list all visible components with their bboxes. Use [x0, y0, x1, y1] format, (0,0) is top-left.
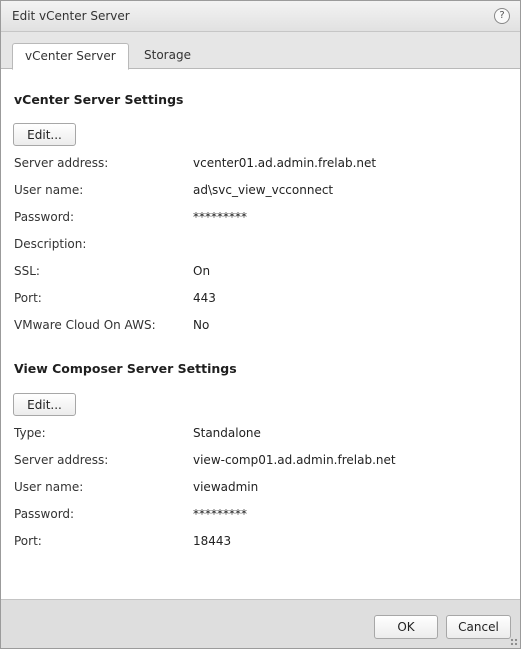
- field-label: Server address:: [14, 156, 109, 170]
- field-label: Port:: [14, 291, 42, 305]
- vcenter-row-port: Port: 443: [14, 291, 494, 307]
- field-label: VMware Cloud On AWS:: [14, 318, 156, 332]
- field-value: On: [193, 264, 211, 278]
- field-value: viewadmin: [193, 480, 259, 494]
- vcenter-row-description: Description:: [14, 237, 494, 253]
- field-label: Description:: [14, 237, 87, 251]
- field-label: Server address:: [14, 453, 109, 467]
- field-value: No: [193, 318, 210, 332]
- field-value: *********: [193, 507, 247, 521]
- vcenter-settings-title: vCenter Server Settings: [14, 92, 184, 107]
- composer-row-password: Password: *********: [14, 507, 494, 523]
- field-value: *********: [193, 210, 247, 224]
- help-icon[interactable]: ?: [494, 8, 510, 24]
- composer-settings-title: View Composer Server Settings: [14, 361, 237, 376]
- edit-vcenter-dialog: Edit vCenter Server ? vCenter Server Sto…: [0, 0, 521, 649]
- vcenter-row-password: Password: *********: [14, 210, 494, 226]
- vcenter-row-server-address: Server address: vcenter01.ad.admin.frela…: [14, 156, 494, 172]
- vcenter-row-ssl: SSL: On: [14, 264, 494, 280]
- composer-row-user-name: User name: viewadmin: [14, 480, 494, 496]
- dialog-titlebar[interactable]: Edit vCenter Server ?: [1, 1, 520, 32]
- vcenter-row-vmware-cloud: VMware Cloud On AWS: No: [14, 318, 494, 334]
- vcenter-edit-button[interactable]: Edit...: [13, 123, 76, 146]
- field-label: Type:: [14, 426, 46, 440]
- dialog-footer: OK Cancel: [1, 599, 520, 648]
- tab-bar: vCenter Server Storage: [1, 32, 520, 70]
- field-value: 443: [193, 291, 216, 305]
- composer-row-type: Type: Standalone: [14, 426, 494, 442]
- tab-vcenter-server[interactable]: vCenter Server: [12, 43, 129, 70]
- composer-row-server-address: Server address: view-comp01.ad.admin.fre…: [14, 453, 494, 469]
- field-value: view-comp01.ad.admin.frelab.net: [193, 453, 396, 467]
- tab-storage[interactable]: Storage: [132, 43, 203, 69]
- field-label: User name:: [14, 480, 84, 494]
- field-label: SSL:: [14, 264, 40, 278]
- field-label: Password:: [14, 507, 75, 521]
- cancel-button[interactable]: Cancel: [446, 615, 511, 639]
- field-label: User name:: [14, 183, 84, 197]
- field-label: Port:: [14, 534, 42, 548]
- field-value: Standalone: [193, 426, 261, 440]
- dialog-title: Edit vCenter Server: [12, 9, 130, 23]
- composer-edit-button[interactable]: Edit...: [13, 393, 76, 416]
- field-value: vcenter01.ad.admin.frelab.net: [193, 156, 377, 170]
- ok-button[interactable]: OK: [374, 615, 438, 639]
- vcenter-row-user-name: User name: ad\svc_view_vcconnect: [14, 183, 494, 199]
- field-label: Password:: [14, 210, 75, 224]
- composer-row-port: Port: 18443: [14, 534, 494, 550]
- resize-grip-icon[interactable]: [510, 638, 518, 646]
- field-value: ad\svc_view_vcconnect: [193, 183, 334, 197]
- field-value: 18443: [193, 534, 232, 548]
